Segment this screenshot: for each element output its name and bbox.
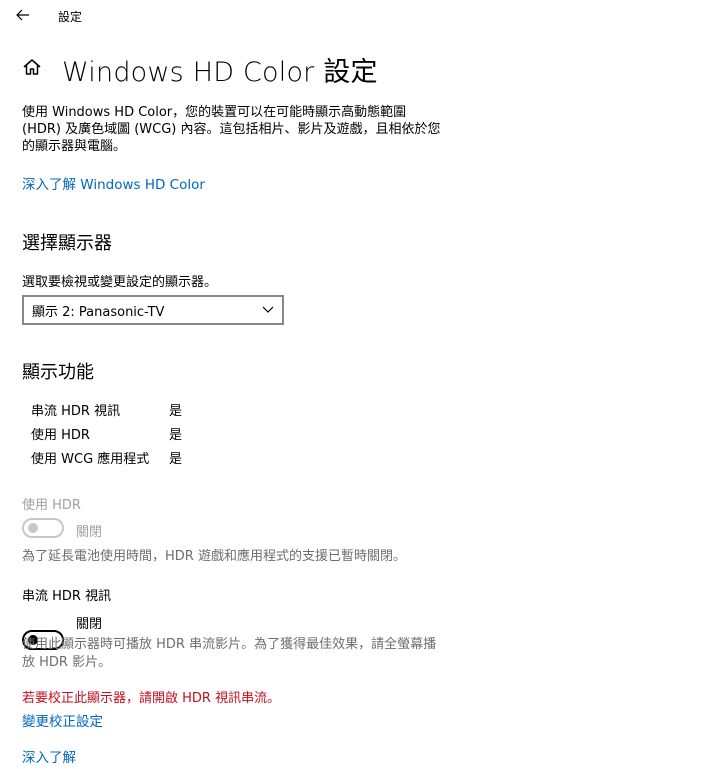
home-icon [22, 57, 42, 77]
back-arrow-icon [16, 9, 29, 21]
use-hdr-state: 關閉 [76, 525, 103, 540]
learn-more-link[interactable]: 深入了解 [22, 746, 76, 766]
change-calibration-link[interactable]: 變更校正設定 [22, 710, 103, 730]
stream-hdr-note: 使用此顯示器時可播放 HDR 串流影片。為了獲得最佳效果，請全螢幕播放 HDR … [22, 637, 437, 670]
intro-description: 使用 Windows HD Color，您的裝置可以在可能時顯示高動態範圍 (H… [22, 105, 441, 154]
use-hdr-label: 使用 HDR [22, 498, 81, 513]
display-select-value: 顯示 2: Panasonic-TV [32, 304, 165, 320]
capability-name-wcg: 使用 WCG 應用程式 [31, 452, 150, 467]
capability-name-stream-hdr: 串流 HDR 視訊 [31, 404, 121, 419]
choose-display-heading: 選擇顯示器 [22, 233, 112, 254]
capability-value-use-hdr: 是 [169, 428, 183, 443]
capability-value-stream-hdr: 是 [169, 404, 183, 419]
capability-value-wcg: 是 [169, 452, 183, 467]
display-capabilities-heading: 顯示功能 [22, 362, 94, 383]
page-title: Windows HD Color 設定 [62, 57, 378, 88]
toggle-knob [28, 523, 38, 533]
choose-display-label: 選取要檢視或變更設定的顯示器。 [22, 275, 218, 290]
capability-name-use-hdr: 使用 HDR [31, 428, 90, 443]
back-button[interactable] [12, 4, 34, 26]
use-hdr-note: 為了延長電池使用時間，HDR 遊戲和應用程式的支援已暫時關閉。 [22, 549, 406, 564]
use-hdr-toggle[interactable] [22, 518, 64, 538]
window-title: 設定 [58, 10, 83, 24]
chevron-down-icon [262, 306, 274, 313]
stream-hdr-label: 串流 HDR 視訊 [22, 589, 112, 604]
calibration-warning: 若要校正此顯示器，請開啟 HDR 視訊串流。 [22, 691, 281, 706]
learn-more-hd-color-link[interactable]: 深入了解 Windows HD Color [22, 173, 205, 193]
display-select[interactable]: 顯示 2: Panasonic-TV [22, 295, 284, 325]
stream-hdr-state: 關閉 [76, 617, 103, 632]
